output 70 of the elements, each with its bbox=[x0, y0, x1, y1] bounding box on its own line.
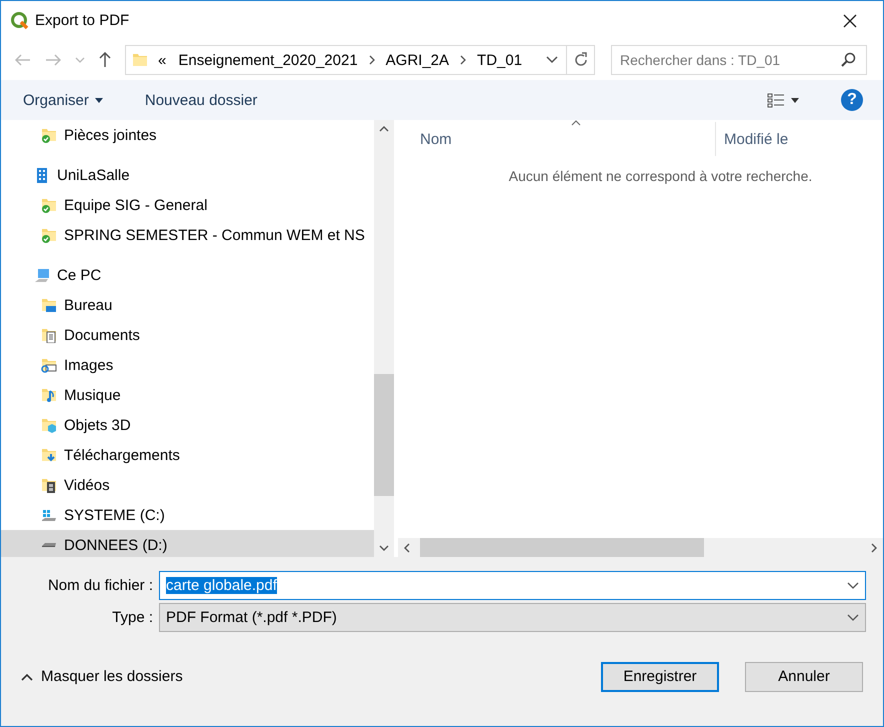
sidebar-item[interactable]: DONNEES (D:) bbox=[1, 530, 374, 557]
new-folder-button[interactable]: Nouveau dossier bbox=[136, 88, 266, 112]
sidebar-item[interactable]: Ce PC bbox=[1, 260, 374, 290]
breadcrumb[interactable]: TD_01 bbox=[475, 52, 524, 68]
overflow-button[interactable]: « bbox=[156, 52, 168, 68]
refresh-icon bbox=[572, 52, 588, 68]
breadcrumb[interactable]: Enseignement_2020_2021 bbox=[176, 52, 360, 68]
window-title: Export to PDF bbox=[35, 12, 130, 29]
sidebar-item[interactable]: Vidéos bbox=[1, 470, 374, 500]
up-arrow-icon bbox=[99, 52, 111, 68]
sidebar-item[interactable]: Bureau bbox=[1, 290, 374, 320]
sidebar-item[interactable]: Documents bbox=[1, 320, 374, 350]
cube-folder-icon bbox=[41, 417, 57, 433]
download-folder-icon bbox=[41, 447, 57, 463]
building-icon bbox=[34, 167, 50, 183]
sidebar-item[interactable]: Musique bbox=[1, 380, 374, 410]
address-bar[interactable]: « Enseignement_2020_2021 AGRI_2A TD_01 bbox=[125, 45, 595, 75]
right-arrow-icon bbox=[45, 54, 61, 66]
horizontal-scrollbar[interactable] bbox=[398, 538, 883, 557]
sidebar-item[interactable]: Pièces jointes bbox=[1, 120, 374, 150]
sidebar-item[interactable]: Téléchargements bbox=[1, 440, 374, 470]
vertical-scrollbar[interactable] bbox=[374, 120, 394, 557]
caret-icon bbox=[75, 57, 85, 63]
organize-button[interactable]: Organiser bbox=[15, 88, 111, 112]
search-field[interactable]: Rechercher dans : TD_01 bbox=[611, 45, 867, 75]
filename-field[interactable]: carte globale.pdf bbox=[159, 571, 866, 600]
chevron-icon bbox=[368, 55, 376, 65]
computer-icon bbox=[34, 267, 50, 283]
desktop-folder-icon bbox=[41, 297, 57, 313]
breadcrumb[interactable]: AGRI_2A bbox=[384, 52, 452, 68]
chevron-icon bbox=[459, 55, 468, 65]
dropdown-caret-icon bbox=[546, 56, 558, 64]
search-icon bbox=[841, 52, 857, 68]
sidebar-item[interactable]: Objets 3D bbox=[1, 410, 374, 440]
windows-drive-icon bbox=[41, 507, 57, 523]
close-icon bbox=[843, 14, 857, 28]
left-arrow-icon bbox=[15, 54, 31, 66]
folder-icon bbox=[132, 52, 148, 68]
sidebar-item[interactable]: SPRING SEMESTER - Commun WEM et NS bbox=[1, 220, 374, 250]
sort-caret-icon bbox=[570, 120, 580, 126]
app-logo-icon bbox=[11, 12, 29, 30]
synced-folder-icon bbox=[41, 227, 57, 243]
sidebar-item[interactable]: Images bbox=[1, 350, 374, 380]
help-icon: ? bbox=[841, 89, 863, 111]
dialog-button[interactable]: Annuler bbox=[745, 662, 863, 692]
synced-folder-icon bbox=[41, 127, 57, 143]
column-header[interactable]: Nom bbox=[398, 122, 716, 156]
list-view-icon bbox=[767, 92, 785, 108]
field-label: Nom du fichier : bbox=[46, 577, 153, 594]
video-folder-icon bbox=[41, 477, 57, 493]
field-label: Type : bbox=[111, 609, 153, 626]
music-folder-icon bbox=[41, 387, 57, 403]
dropdown-caret-icon bbox=[847, 582, 859, 589]
sidebar-item[interactable]: UniLaSalle bbox=[1, 160, 374, 190]
caret-icon bbox=[791, 98, 799, 102]
file-type-dropdown[interactable]: PDF Format (*.pdf *.PDF) bbox=[159, 603, 866, 632]
help-button[interactable]: ? bbox=[833, 85, 871, 115]
drive-icon bbox=[41, 542, 57, 548]
column-header[interactable]: Modifié le bbox=[716, 122, 883, 156]
dialog-button[interactable]: Enregistrer bbox=[601, 662, 719, 692]
hide-folders-button[interactable]: Masquer les dossiers bbox=[15, 667, 189, 686]
synced-folder-icon bbox=[41, 197, 57, 213]
sidebar-item[interactable]: SYSTEME (C:) bbox=[1, 500, 374, 530]
empty-message: Aucun élément ne correspond à votre recherche. bbox=[508, 168, 812, 184]
dropdown-caret-icon bbox=[847, 614, 859, 621]
pictures-folder-icon bbox=[41, 357, 57, 373]
sidebar-item[interactable]: Equipe SIG - General bbox=[1, 190, 374, 220]
caret-icon bbox=[94, 98, 103, 102]
chevron-up-icon bbox=[21, 672, 33, 680]
documents-folder-icon bbox=[41, 327, 57, 343]
